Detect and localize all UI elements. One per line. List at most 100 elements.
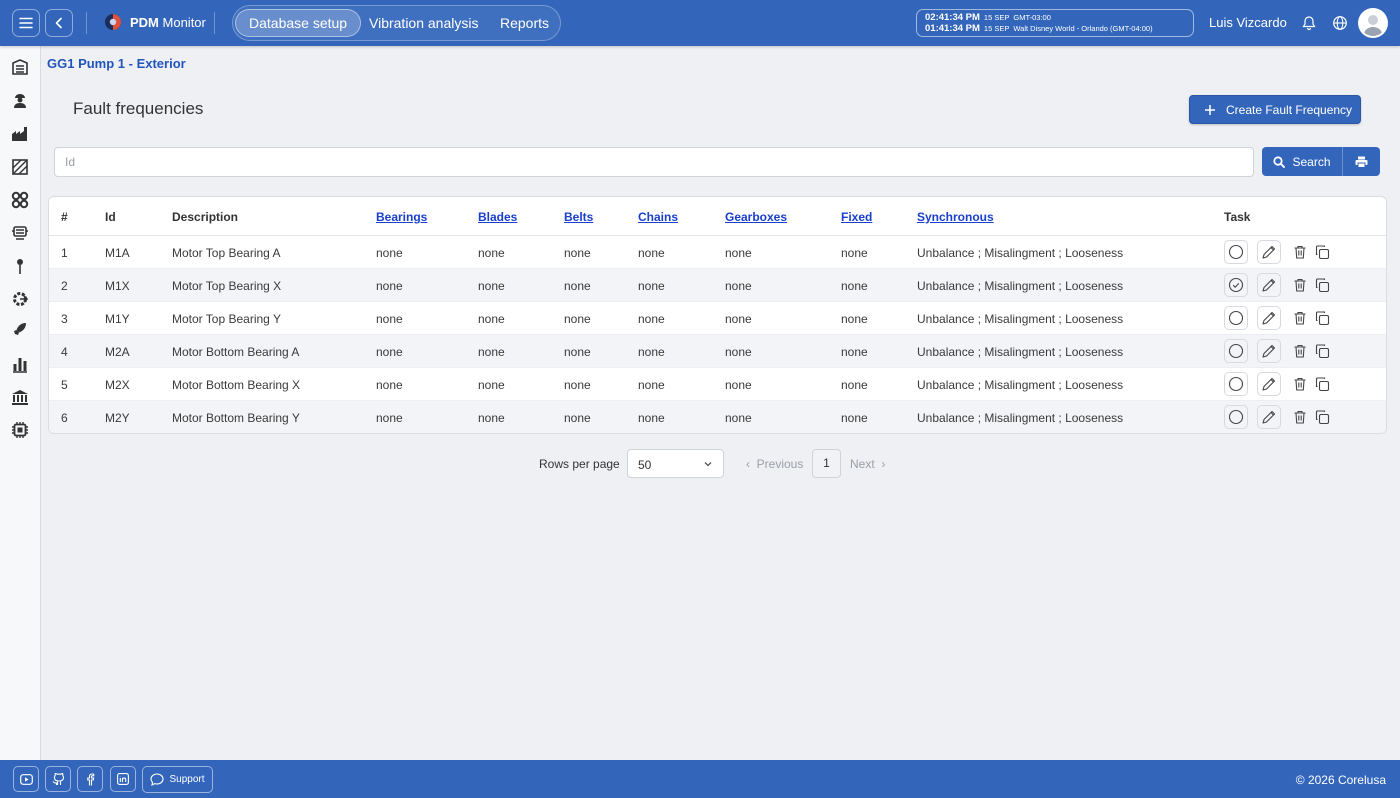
column-header-belts[interactable]: Belts [564, 210, 593, 224]
delete-button[interactable] [1289, 373, 1311, 395]
edit-button[interactable] [1257, 405, 1281, 429]
copy-icon [1315, 344, 1330, 359]
duplicate-button[interactable] [1311, 340, 1333, 362]
pdm-logo-icon [105, 14, 121, 30]
world-clock[interactable]: 02:41:34 PM 15 SEP GMT-03:00 01:41:34 PM… [916, 9, 1194, 37]
row-chains: none [638, 411, 665, 425]
bell-icon [1302, 16, 1316, 31]
page-number-button[interactable]: 1 [812, 449, 841, 478]
next-label: Next [850, 457, 875, 471]
tab-database-setup[interactable]: Database setup [235, 9, 362, 37]
table-row[interactable]: 1 M1A Motor Top Bearing A none none none none n… [49, 236, 1386, 269]
row-id: M1X [105, 279, 130, 293]
sidebar-item-machines[interactable] [10, 223, 30, 243]
sidebar-item-statistics[interactable] [10, 354, 30, 374]
row-synchronous: Unbalance ; Misalingment ; Looseness [917, 411, 1124, 425]
menu-button[interactable] [12, 9, 40, 37]
row-bearings: none [376, 411, 403, 425]
column-header-bearings[interactable]: Bearings [376, 210, 427, 224]
trash-icon [1294, 344, 1306, 358]
create-button-label: Create Fault Frequency [1226, 102, 1353, 117]
sidebar-item-components[interactable] [10, 190, 30, 210]
print-button[interactable] [1342, 147, 1380, 176]
sidebar-item-launch[interactable] [10, 319, 30, 339]
app-brand[interactable]: PDM Monitor [104, 13, 206, 31]
edit-button[interactable] [1257, 273, 1281, 297]
select-row-button[interactable] [1224, 405, 1248, 429]
row-synchronous: Unbalance ; Misalingment ; Looseness [917, 246, 1124, 260]
edit-button[interactable] [1257, 240, 1281, 264]
previous-page-button[interactable]: ‹ Previous [746, 457, 803, 471]
select-row-button[interactable] [1224, 240, 1248, 264]
select-row-button[interactable] [1224, 372, 1248, 396]
table-row[interactable]: 3 M1Y Motor Top Bearing Y none none none none n… [49, 302, 1386, 335]
row-chains: none [638, 279, 665, 293]
sidebar-item-institutions[interactable] [10, 387, 30, 407]
sidebar-item-workers[interactable] [10, 90, 30, 110]
delete-button[interactable] [1289, 274, 1311, 296]
duplicate-button[interactable] [1311, 241, 1333, 263]
next-page-button[interactable]: Next › [850, 457, 885, 471]
language-button[interactable] [1328, 11, 1352, 35]
sidebar-item-buildings[interactable] [10, 57, 30, 77]
row-bearings: none [376, 345, 403, 359]
sidebar-item-factories[interactable] [10, 124, 30, 144]
table-row[interactable]: 4 M2A Motor Bottom Bearing A none none none no… [49, 335, 1386, 368]
delete-button[interactable] [1289, 307, 1311, 329]
hamburger-icon [19, 17, 33, 29]
sidebar-item-points[interactable] [10, 256, 30, 276]
rows-per-page-select[interactable]: 50 [627, 449, 724, 478]
select-row-button[interactable] [1224, 306, 1248, 330]
row-description: Motor Top Bearing X [172, 279, 282, 293]
pencil-icon [1262, 311, 1276, 325]
edit-button[interactable] [1257, 339, 1281, 363]
row-blades: none [478, 345, 505, 359]
youtube-link[interactable] [13, 766, 39, 792]
tab-reports[interactable]: Reports [487, 9, 562, 37]
printer-icon [1355, 156, 1368, 168]
duplicate-button[interactable] [1311, 307, 1333, 329]
duplicate-button[interactable] [1311, 274, 1333, 296]
circle-icon [1228, 409, 1244, 425]
sidebar-item-areas[interactable] [10, 157, 30, 177]
delete-button[interactable] [1289, 241, 1311, 263]
delete-button[interactable] [1289, 340, 1311, 362]
row-chains: none [638, 345, 665, 359]
search-button[interactable]: Search [1262, 147, 1342, 176]
notifications-button[interactable] [1297, 11, 1321, 35]
pencil-icon [1262, 344, 1276, 358]
duplicate-button[interactable] [1311, 373, 1333, 395]
column-header-gearboxes[interactable]: Gearboxes [725, 210, 787, 224]
row-fixed: none [841, 246, 868, 260]
column-header-chains[interactable]: Chains [638, 210, 678, 224]
row-belts: none [564, 345, 591, 359]
edit-button[interactable] [1257, 306, 1281, 330]
table-row[interactable]: 6 M2Y Motor Bottom Bearing Y none none none no… [49, 401, 1386, 433]
column-header-blades[interactable]: Blades [478, 210, 517, 224]
edit-button[interactable] [1257, 372, 1281, 396]
facebook-link[interactable] [77, 766, 103, 792]
avatar[interactable] [1358, 8, 1388, 38]
sidebar-item-fault-frequencies[interactable] [10, 289, 30, 309]
breadcrumb[interactable]: GG1 Pump 1 - Exterior [47, 56, 186, 71]
select-row-button[interactable] [1224, 339, 1248, 363]
user-name[interactable]: Luis Vizcardo [1209, 15, 1287, 30]
checked-circle-icon [1228, 277, 1244, 293]
pin-icon [17, 259, 23, 274]
create-fault-frequency-button[interactable]: Create Fault Frequency [1189, 95, 1361, 124]
column-header-synchronous[interactable]: Synchronous [917, 210, 994, 224]
row-gearboxes: none [725, 378, 752, 392]
column-header-fixed[interactable]: Fixed [841, 210, 872, 224]
linkedin-link[interactable] [110, 766, 136, 792]
tab-vibration-analysis[interactable]: Vibration analysis [356, 9, 491, 37]
github-link[interactable] [45, 766, 71, 792]
table-row[interactable]: 5 M2X Motor Bottom Bearing X none none none no… [49, 368, 1386, 401]
delete-button[interactable] [1289, 406, 1311, 428]
back-button[interactable] [45, 9, 73, 37]
table-row[interactable]: 2 M1X Motor Top Bearing X none none none none n… [49, 269, 1386, 302]
select-row-button[interactable] [1224, 273, 1248, 297]
duplicate-button[interactable] [1311, 406, 1333, 428]
support-button[interactable]: Support [142, 766, 213, 793]
sidebar-item-sensors[interactable] [10, 420, 30, 440]
search-input[interactable] [54, 147, 1254, 177]
